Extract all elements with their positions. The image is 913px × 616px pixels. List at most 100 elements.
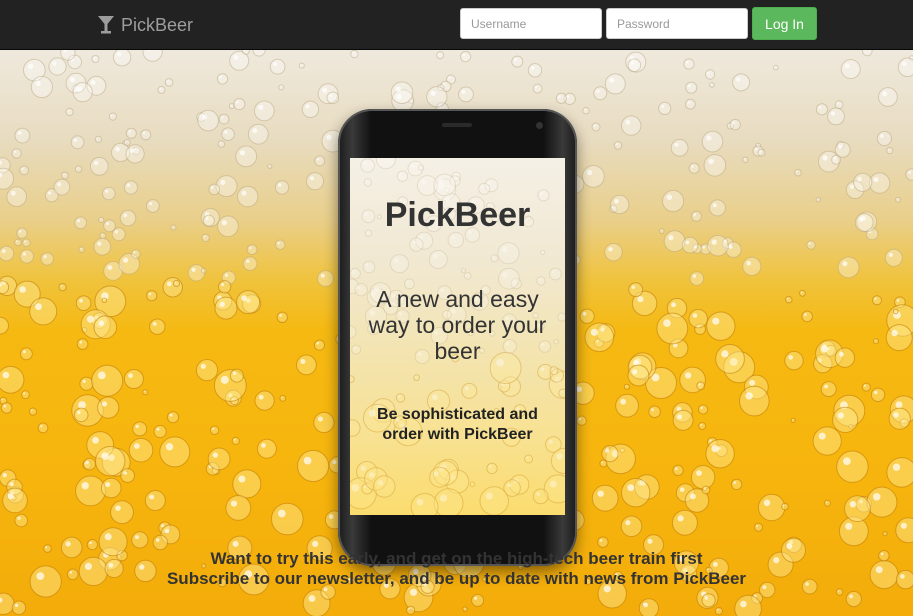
bubble — [866, 486, 898, 518]
bubble — [604, 243, 623, 262]
bubble-highlight — [759, 150, 762, 153]
bubble — [11, 148, 22, 159]
bubble-highlight — [891, 329, 898, 337]
bubble-highlight — [708, 158, 714, 165]
bubble-highlight — [837, 412, 844, 419]
bubble — [701, 485, 711, 495]
bubble-highlight — [220, 375, 229, 384]
bubble — [241, 50, 250, 55]
bubble — [22, 238, 31, 248]
bubble-highlight — [896, 198, 898, 200]
bubble-highlight — [174, 281, 177, 284]
bubble-highlight — [97, 241, 102, 246]
bubble — [350, 375, 355, 384]
bubble — [123, 139, 131, 146]
bubble-highlight — [101, 401, 108, 407]
bubble — [78, 246, 85, 253]
bubble — [70, 135, 85, 150]
bubble-highlight — [857, 176, 862, 182]
bubble — [235, 145, 258, 168]
bubble-highlight — [843, 457, 851, 466]
bubble-highlight — [92, 436, 99, 444]
bubble-highlight — [740, 600, 747, 608]
bubble-highlight — [233, 371, 237, 375]
bubble-highlight — [279, 314, 282, 317]
bubble — [714, 607, 724, 616]
bubble — [638, 598, 659, 616]
bubble — [648, 405, 661, 419]
bubble-highlight — [110, 114, 113, 117]
bubble — [471, 593, 485, 607]
bubble-highlight — [416, 498, 424, 506]
bubble-highlight — [507, 483, 512, 488]
bubble-highlight — [502, 272, 508, 278]
bubble — [149, 318, 166, 335]
bubble-highlight — [837, 590, 840, 592]
bubble — [253, 100, 275, 122]
bubble-highlight — [732, 121, 735, 125]
bubble-highlight — [838, 145, 842, 149]
bubble — [683, 58, 695, 70]
bubble — [591, 484, 619, 512]
bubble-highlight — [712, 203, 717, 208]
bubble-highlight — [67, 109, 70, 112]
bubble-highlight — [551, 270, 555, 274]
bubble-highlight — [887, 148, 890, 151]
bubble-highlight — [839, 351, 844, 357]
newsletter-cta: Want to try this early, and get on the h… — [0, 549, 913, 589]
brand-label: PickBeer — [121, 14, 194, 35]
bubble-highlight — [800, 291, 803, 293]
bubble-highlight — [129, 148, 135, 153]
bubble — [691, 210, 702, 222]
bubble — [861, 382, 871, 392]
login-button[interactable]: Log In — [752, 7, 817, 40]
bubble-highlight — [597, 490, 604, 497]
bubble — [276, 311, 288, 323]
bubble-highlight — [733, 481, 736, 484]
bubble — [458, 86, 474, 103]
bubble — [579, 308, 595, 324]
bubble-highlight — [18, 230, 22, 233]
bubble — [834, 100, 844, 110]
bubble — [218, 113, 230, 125]
bubble-highlight — [2, 473, 7, 478]
bubble — [170, 224, 177, 231]
bubble — [166, 411, 180, 424]
bubble — [801, 310, 814, 323]
bubble-highlight — [155, 538, 160, 542]
bubble — [99, 232, 107, 240]
bubble — [48, 57, 67, 76]
bubble-highlight — [258, 394, 264, 400]
password-input[interactable] — [606, 8, 748, 39]
bubble — [267, 163, 273, 169]
bubble — [375, 158, 396, 170]
bubble-highlight — [637, 296, 644, 303]
bubble-highlight — [13, 150, 17, 153]
bubble-highlight — [410, 164, 415, 168]
bubble — [95, 446, 126, 477]
bubble — [597, 536, 609, 548]
bubble-highlight — [439, 494, 448, 502]
bubble — [688, 162, 700, 174]
bubble-highlight — [63, 173, 65, 176]
bubble — [146, 290, 158, 302]
phone-mockup: PickBeer A new and easy way to order you… — [338, 109, 577, 566]
bubble — [536, 276, 546, 286]
brand-link[interactable]: PickBeer — [97, 13, 193, 37]
screen-title: PickBeer — [384, 196, 531, 234]
bubble — [790, 417, 796, 423]
bubble — [862, 50, 873, 57]
bubble-highlight — [360, 465, 366, 471]
bubble — [153, 424, 167, 439]
bubble-highlight — [849, 501, 857, 508]
bubble-highlight — [474, 596, 477, 600]
bubble-highlight — [687, 101, 690, 104]
bubble — [461, 382, 478, 399]
bubble-highlight — [822, 155, 828, 161]
bubble-highlight — [438, 53, 440, 55]
bubble-highlight — [221, 283, 225, 287]
login-form: Log In — [460, 7, 817, 40]
username-input[interactable] — [460, 8, 602, 39]
bubble-highlight — [241, 190, 247, 196]
bubble-highlight — [14, 603, 19, 608]
